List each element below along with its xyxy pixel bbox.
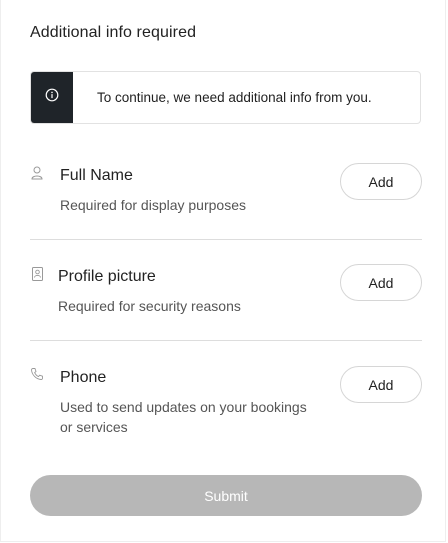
page-title: Additional info required: [30, 24, 197, 41]
divider: [30, 340, 422, 341]
field-title: Full Name: [60, 167, 133, 184]
field-row-phone: Phone Used to send updates on your booki…: [30, 366, 422, 446]
field-description: Used to send updates on your bookings or…: [60, 399, 307, 435]
field-row-full-name: Full Name Required for display purposes …: [30, 163, 422, 223]
field-description: Required for security reasons: [58, 298, 241, 314]
additional-info-panel: Additional info required To continue, we…: [0, 0, 446, 542]
phone-icon: [30, 366, 44, 382]
add-full-name-button[interactable]: Add: [340, 163, 422, 200]
add-phone-button[interactable]: Add: [340, 366, 422, 403]
add-profile-picture-button[interactable]: Add: [340, 264, 422, 301]
id-card-icon: [30, 266, 44, 282]
info-notice: To continue, we need additional info fro…: [30, 71, 421, 124]
field-description: Required for display purposes: [60, 197, 246, 213]
field-row-profile-picture: Profile picture Required for security re…: [30, 264, 422, 324]
submit-button[interactable]: Submit: [30, 475, 422, 516]
notice-text: To continue, we need additional info fro…: [97, 90, 372, 105]
field-title: Profile picture: [58, 268, 156, 285]
user-icon: [30, 165, 44, 181]
info-icon: [45, 88, 59, 107]
divider: [30, 239, 422, 240]
notice-icon-box: [31, 72, 73, 123]
field-title: Phone: [60, 369, 107, 386]
